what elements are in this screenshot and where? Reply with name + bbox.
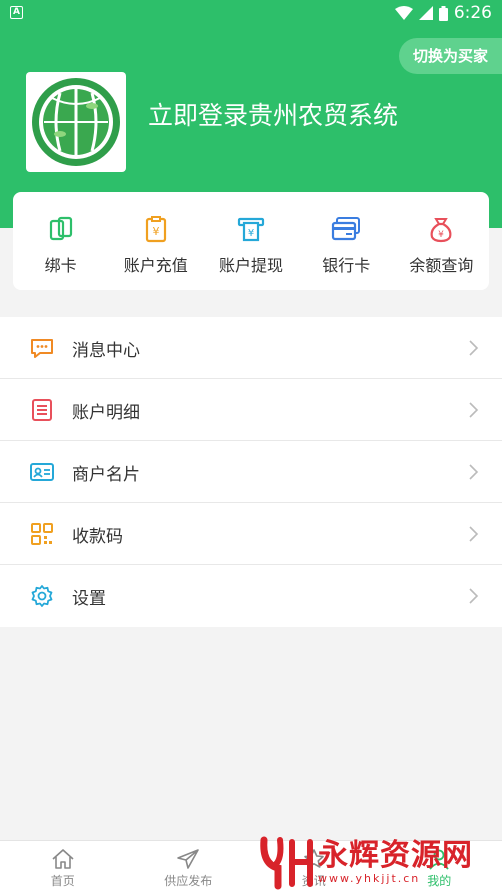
tab-label: 首页	[50, 874, 75, 888]
quick-action-label: 银行卡	[322, 256, 371, 275]
money-bag-icon: ¥	[426, 214, 456, 244]
chevron-right-icon	[469, 464, 479, 480]
watermark-logo-icon	[260, 836, 313, 890]
menu-item-account-details[interactable]: 账户明细	[0, 379, 502, 441]
withdraw-icon: ¥	[236, 214, 266, 244]
chevron-right-icon	[469, 526, 479, 542]
menu-item-label: 收款码	[72, 527, 123, 547]
menu-list: 消息中心 账户明细 商户名片 收款码 设置	[0, 317, 502, 627]
menu-item-messages[interactable]: 消息中心	[0, 317, 502, 379]
notification-icon: A	[10, 6, 23, 19]
tab-home[interactable]: 首页	[0, 841, 126, 892]
gear-icon	[30, 584, 54, 608]
bank-card-icon	[331, 214, 361, 244]
watermark: 永辉资源网 www.yhkjjt.cn	[258, 832, 502, 892]
quick-action-bank-card[interactable]: 银行卡	[299, 192, 394, 290]
quick-action-recharge[interactable]: ¥ 账户充值	[108, 192, 203, 290]
list-icon	[30, 398, 54, 422]
menu-item-label: 消息中心	[72, 341, 140, 361]
watermark-text: 永辉资源网	[318, 837, 473, 873]
quick-action-label: 绑卡	[44, 256, 77, 275]
app-logo[interactable]	[26, 72, 126, 172]
menu-item-label: 设置	[72, 589, 106, 609]
quick-action-withdraw[interactable]: ¥ 账户提现	[203, 192, 298, 290]
switch-to-buyer-button[interactable]: 切换为买家	[398, 38, 502, 74]
tab-supply-publish[interactable]: 供应发布	[126, 841, 252, 892]
watermark-url: www.yhkjjt.cn	[318, 871, 421, 885]
chevron-right-icon	[469, 340, 479, 356]
send-icon	[177, 849, 200, 869]
globe-logo-icon	[32, 78, 120, 166]
quick-action-bind-card[interactable]: 绑卡	[13, 192, 108, 290]
svg-text:¥: ¥	[152, 225, 159, 238]
chevron-right-icon	[469, 402, 479, 418]
quick-action-label: 余额查询	[409, 256, 474, 275]
home-icon	[52, 849, 74, 869]
signal-icon	[418, 6, 433, 20]
menu-item-label: 商户名片	[72, 465, 140, 485]
message-icon	[30, 336, 54, 360]
system-tray: 6:26	[394, 3, 492, 23]
svg-text:¥: ¥	[439, 230, 445, 240]
menu-item-label: 账户明细	[72, 403, 140, 423]
quick-action-label: 账户充值	[123, 256, 188, 275]
menu-item-settings[interactable]: 设置	[0, 565, 502, 627]
tab-label: 供应发布	[164, 874, 213, 888]
menu-item-merchant-card[interactable]: 商户名片	[0, 441, 502, 503]
bind-card-icon	[46, 214, 76, 244]
chevron-right-icon	[469, 588, 479, 604]
svg-text:¥: ¥	[248, 228, 254, 239]
login-prompt-title[interactable]: 立即登录贵州农贸系统	[148, 96, 398, 132]
quick-actions-card: 绑卡 ¥ 账户充值 ¥ 账户提现 银行卡 ¥ 余额查询	[13, 192, 489, 290]
card-icon	[30, 460, 54, 484]
menu-item-payment-code[interactable]: 收款码	[0, 503, 502, 565]
status-bar: A 6:26	[0, 0, 502, 26]
qrcode-icon	[30, 522, 54, 546]
quick-action-balance[interactable]: ¥ 余额查询	[394, 192, 489, 290]
quick-action-label: 账户提现	[219, 256, 284, 275]
wifi-icon	[394, 6, 413, 20]
recharge-icon: ¥	[141, 214, 171, 244]
battery-icon	[438, 5, 448, 21]
clock: 6:26	[453, 3, 492, 23]
